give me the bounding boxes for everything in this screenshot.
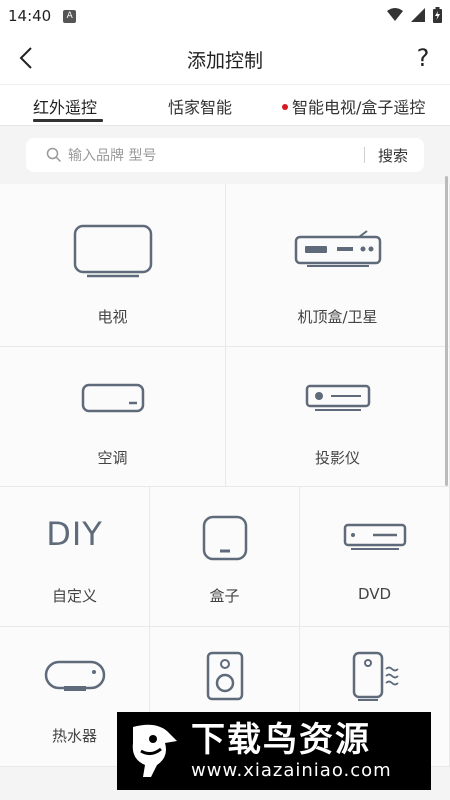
status-indicators xyxy=(387,7,442,23)
watermark-title: 下载鸟资源 xyxy=(191,720,371,760)
device-label: 自定义 xyxy=(51,587,97,605)
scrollbar[interactable] xyxy=(445,176,448,486)
search-button[interactable]: 搜索 xyxy=(378,145,408,166)
dvd-icon xyxy=(343,523,406,550)
device-grid: 电视 机顶盒/卫星 空调 投影仪 DIY 自定义 盒子 DVD 热水器 xyxy=(0,184,450,800)
search-icon xyxy=(46,147,62,163)
diy-icon: DIY xyxy=(46,515,103,553)
device-air-conditioner[interactable]: 空调 xyxy=(0,347,226,487)
search-bar: 搜索 xyxy=(26,138,424,174)
status-bar: 14:40 A xyxy=(0,0,450,32)
search-input[interactable] xyxy=(66,138,380,174)
bird-logo-icon xyxy=(132,724,177,777)
projector-icon xyxy=(305,384,370,411)
status-time: 14:40 xyxy=(8,7,52,25)
header: 添加控制 ? xyxy=(0,32,450,84)
device-label: DVD xyxy=(357,585,392,603)
device-label: 投影仪 xyxy=(314,449,360,467)
box-icon xyxy=(202,515,247,561)
watermark-url: www.xiazainiao.com xyxy=(191,760,392,781)
device-label: 电视 xyxy=(97,308,128,326)
tab-smart-tv-box-remote[interactable]: 智能电视/盒子遥控 xyxy=(282,94,425,118)
tab-infrared-remote[interactable]: 红外遥控 xyxy=(33,94,97,118)
new-dot-indicator xyxy=(282,103,288,110)
active-tab-indicator xyxy=(33,119,103,122)
help-button[interactable]: ? xyxy=(408,40,438,76)
tab-tianjia-smart[interactable]: 恬家智能 xyxy=(168,94,232,118)
signal-icon xyxy=(411,8,425,22)
tab-bar: 红外遥控 恬家智能 智能电视/盒子遥控 xyxy=(0,84,450,126)
device-box[interactable]: 盒子 xyxy=(150,487,300,627)
device-dvd[interactable]: DVD xyxy=(300,487,450,627)
set-top-box-icon xyxy=(294,230,381,267)
device-label: 盒子 xyxy=(209,587,240,605)
device-projector[interactable]: 投影仪 xyxy=(226,347,450,487)
page-title: 添加控制 xyxy=(186,50,263,72)
device-custom[interactable]: DIY 自定义 xyxy=(0,487,150,627)
tv-icon xyxy=(73,224,152,278)
speaker-icon xyxy=(206,651,243,701)
tab-label: 智能电视/盒子遥控 xyxy=(292,98,426,117)
device-label: 机顶盒/卫星 xyxy=(297,308,378,326)
device-tv[interactable]: 电视 xyxy=(0,184,226,347)
air-conditioner-icon xyxy=(81,383,144,413)
search-divider xyxy=(364,147,365,163)
wifi-icon xyxy=(387,8,403,21)
watermark-banner: 下载鸟资源 www.xiazainiao.com xyxy=(117,712,431,790)
app-notification-icon: A xyxy=(63,9,77,23)
device-label: 空调 xyxy=(97,449,128,467)
water-heater-icon xyxy=(44,660,105,691)
battery-icon xyxy=(433,7,442,23)
air-purifier-icon xyxy=(352,651,399,701)
device-set-top-box[interactable]: 机顶盒/卫星 xyxy=(226,184,450,347)
